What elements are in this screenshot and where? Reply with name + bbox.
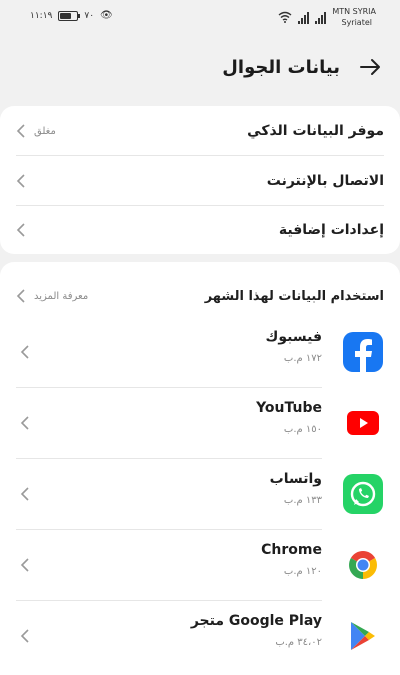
app-usage: ٣٤،٠٢ م.ب bbox=[275, 637, 322, 648]
app-name: YouTube bbox=[256, 400, 322, 416]
chevron-left-icon bbox=[20, 558, 29, 572]
app-row-google-play[interactable]: متجر Google Play ٣٤،٠٢ م.ب bbox=[16, 601, 384, 672]
wifi-icon bbox=[278, 11, 292, 23]
google-play-icon bbox=[342, 615, 384, 657]
facebook-icon bbox=[342, 331, 384, 373]
learn-more-link[interactable]: معرفة المزيد bbox=[34, 291, 88, 302]
chrome-icon bbox=[342, 544, 384, 586]
status-time: ١١:١٩ bbox=[30, 10, 53, 21]
carrier-names: MTN SYRIA Syriatel bbox=[332, 6, 376, 28]
app-row-whatsapp[interactable]: واتساب ١٣٣ م.ب bbox=[16, 459, 384, 530]
chevron-left-icon bbox=[20, 629, 29, 643]
chevron-left-icon bbox=[20, 345, 29, 359]
app-usage: ١٢٠ م.ب bbox=[283, 566, 322, 577]
carrier-bottom: Syriatel bbox=[341, 18, 372, 27]
app-row-chrome[interactable]: Chrome ١٢٠ م.ب bbox=[16, 530, 384, 601]
whatsapp-icon bbox=[342, 473, 384, 515]
setting-label: الاتصال بالإنترنت bbox=[266, 173, 384, 189]
app-name: متجر Google Play bbox=[190, 613, 322, 629]
app-name: واتساب bbox=[269, 471, 322, 487]
chevron-left-icon bbox=[16, 289, 25, 303]
app-usage: ١٣٣ م.ب bbox=[283, 495, 322, 506]
status-bar: ١١:١٩ ٧٠ 👁 MTN SYRIA Syriatel bbox=[0, 0, 400, 32]
app-usage: ١٥٠ م.ب bbox=[283, 424, 322, 435]
chevron-left-icon bbox=[16, 174, 25, 188]
chevron-left-icon bbox=[20, 487, 29, 501]
usage-section-title: استخدام البيانات لهذا الشهر bbox=[204, 288, 384, 304]
app-name: فيسبوك bbox=[265, 329, 322, 345]
chevron-left-icon bbox=[20, 416, 29, 430]
setting-label: موفر البيانات الذكي bbox=[247, 123, 384, 139]
battery-icon bbox=[58, 10, 81, 21]
usage-card: معرفة المزيد استخدام البيانات لهذا الشهر… bbox=[0, 262, 400, 675]
usage-section-header[interactable]: معرفة المزيد استخدام البيانات لهذا الشهر bbox=[16, 274, 384, 318]
status-left: ١١:١٩ ٧٠ 👁 bbox=[30, 10, 113, 21]
eye-comfort-icon: 👁 bbox=[100, 10, 113, 21]
settings-card: مغلق موفر البيانات الذكي الاتصال بالإنتر… bbox=[0, 106, 400, 254]
signal-icon-1 bbox=[298, 12, 310, 24]
battery-percent: ٧٠ bbox=[84, 10, 95, 21]
page-title: بيانات الجوال bbox=[222, 56, 340, 78]
youtube-icon bbox=[342, 402, 384, 444]
setting-value: مغلق bbox=[34, 125, 56, 137]
chevron-left-icon bbox=[16, 124, 25, 138]
app-usage: ١٧٢ م.ب bbox=[283, 353, 322, 364]
app-header: بيانات الجوال bbox=[0, 32, 400, 102]
status-right: MTN SYRIA Syriatel bbox=[278, 6, 376, 28]
setting-smart-data-saver[interactable]: مغلق موفر البيانات الذكي bbox=[16, 106, 384, 156]
back-arrow-icon[interactable] bbox=[358, 55, 382, 79]
signal-icon-2 bbox=[315, 12, 327, 24]
app-row-facebook[interactable]: فيسبوك ١٧٢ م.ب bbox=[16, 317, 384, 388]
chevron-left-icon bbox=[16, 223, 25, 237]
app-name: Chrome bbox=[261, 542, 322, 558]
app-row-youtube[interactable]: YouTube ١٥٠ م.ب bbox=[16, 388, 384, 459]
setting-additional-settings[interactable]: إعدادات إضافية bbox=[16, 205, 384, 255]
setting-label: إعدادات إضافية bbox=[278, 222, 384, 238]
setting-internet-connection[interactable]: الاتصال بالإنترنت bbox=[16, 156, 384, 206]
carrier-top: MTN SYRIA bbox=[332, 7, 376, 16]
